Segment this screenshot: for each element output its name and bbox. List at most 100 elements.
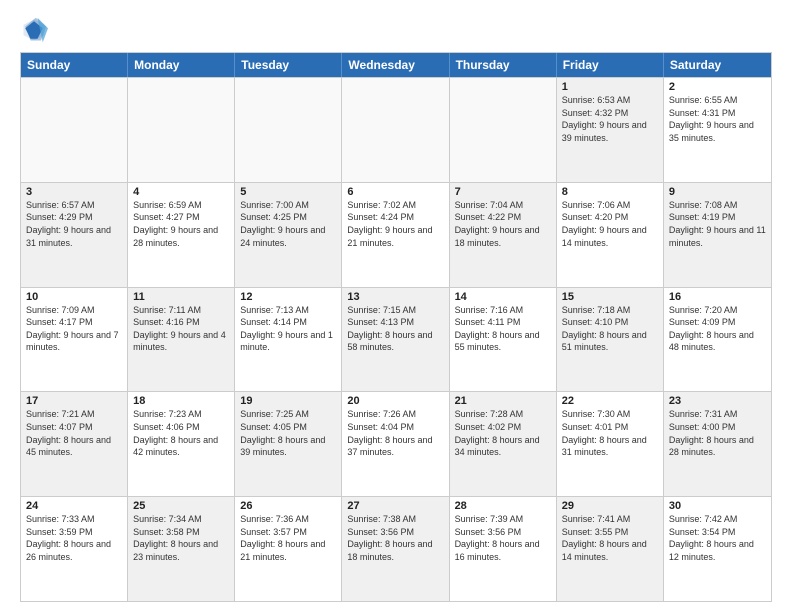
day-number: 6: [347, 186, 443, 198]
logo: [20, 16, 52, 44]
calendar-cell: 14Sunrise: 7:16 AM Sunset: 4:11 PM Dayli…: [450, 288, 557, 392]
calendar-row: 1Sunrise: 6:53 AM Sunset: 4:32 PM Daylig…: [21, 77, 771, 182]
calendar-cell: 2Sunrise: 6:55 AM Sunset: 4:31 PM Daylig…: [664, 78, 771, 182]
day-number: 20: [347, 395, 443, 407]
cell-daylight-info: Sunrise: 7:16 AM Sunset: 4:11 PM Dayligh…: [455, 304, 551, 354]
calendar-header-cell: Friday: [557, 53, 664, 77]
day-number: 21: [455, 395, 551, 407]
cell-daylight-info: Sunrise: 7:39 AM Sunset: 3:56 PM Dayligh…: [455, 513, 551, 563]
day-number: 12: [240, 291, 336, 303]
calendar-cell: 22Sunrise: 7:30 AM Sunset: 4:01 PM Dayli…: [557, 392, 664, 496]
cell-daylight-info: Sunrise: 7:41 AM Sunset: 3:55 PM Dayligh…: [562, 513, 658, 563]
calendar-cell: [21, 78, 128, 182]
cell-daylight-info: Sunrise: 6:57 AM Sunset: 4:29 PM Dayligh…: [26, 199, 122, 249]
calendar-cell: 18Sunrise: 7:23 AM Sunset: 4:06 PM Dayli…: [128, 392, 235, 496]
cell-daylight-info: Sunrise: 7:33 AM Sunset: 3:59 PM Dayligh…: [26, 513, 122, 563]
cell-daylight-info: Sunrise: 7:23 AM Sunset: 4:06 PM Dayligh…: [133, 408, 229, 458]
day-number: 9: [669, 186, 766, 198]
calendar-cell: 26Sunrise: 7:36 AM Sunset: 3:57 PM Dayli…: [235, 497, 342, 601]
day-number: 25: [133, 500, 229, 512]
calendar-header-cell: Tuesday: [235, 53, 342, 77]
calendar-cell: 16Sunrise: 7:20 AM Sunset: 4:09 PM Dayli…: [664, 288, 771, 392]
day-number: 24: [26, 500, 122, 512]
cell-daylight-info: Sunrise: 7:04 AM Sunset: 4:22 PM Dayligh…: [455, 199, 551, 249]
cell-daylight-info: Sunrise: 6:55 AM Sunset: 4:31 PM Dayligh…: [669, 94, 766, 144]
calendar-cell: [128, 78, 235, 182]
cell-daylight-info: Sunrise: 7:28 AM Sunset: 4:02 PM Dayligh…: [455, 408, 551, 458]
cell-daylight-info: Sunrise: 7:00 AM Sunset: 4:25 PM Dayligh…: [240, 199, 336, 249]
cell-daylight-info: Sunrise: 7:26 AM Sunset: 4:04 PM Dayligh…: [347, 408, 443, 458]
calendar-cell: [450, 78, 557, 182]
day-number: 16: [669, 291, 766, 303]
calendar-cell: 8Sunrise: 7:06 AM Sunset: 4:20 PM Daylig…: [557, 183, 664, 287]
cell-daylight-info: Sunrise: 7:42 AM Sunset: 3:54 PM Dayligh…: [669, 513, 766, 563]
cell-daylight-info: Sunrise: 7:34 AM Sunset: 3:58 PM Dayligh…: [133, 513, 229, 563]
cell-daylight-info: Sunrise: 7:31 AM Sunset: 4:00 PM Dayligh…: [669, 408, 766, 458]
calendar-row: 17Sunrise: 7:21 AM Sunset: 4:07 PM Dayli…: [21, 391, 771, 496]
day-number: 8: [562, 186, 658, 198]
cell-daylight-info: Sunrise: 6:53 AM Sunset: 4:32 PM Dayligh…: [562, 94, 658, 144]
cell-daylight-info: Sunrise: 7:06 AM Sunset: 4:20 PM Dayligh…: [562, 199, 658, 249]
calendar-cell: 21Sunrise: 7:28 AM Sunset: 4:02 PM Dayli…: [450, 392, 557, 496]
calendar-cell: [342, 78, 449, 182]
cell-daylight-info: Sunrise: 6:59 AM Sunset: 4:27 PM Dayligh…: [133, 199, 229, 249]
calendar-cell: 4Sunrise: 6:59 AM Sunset: 4:27 PM Daylig…: [128, 183, 235, 287]
cell-daylight-info: Sunrise: 7:09 AM Sunset: 4:17 PM Dayligh…: [26, 304, 122, 354]
cell-daylight-info: Sunrise: 7:38 AM Sunset: 3:56 PM Dayligh…: [347, 513, 443, 563]
day-number: 27: [347, 500, 443, 512]
header: [20, 16, 772, 44]
cell-daylight-info: Sunrise: 7:13 AM Sunset: 4:14 PM Dayligh…: [240, 304, 336, 354]
calendar-cell: 27Sunrise: 7:38 AM Sunset: 3:56 PM Dayli…: [342, 497, 449, 601]
logo-icon: [20, 16, 48, 44]
calendar-header-cell: Thursday: [450, 53, 557, 77]
calendar-cell: 28Sunrise: 7:39 AM Sunset: 3:56 PM Dayli…: [450, 497, 557, 601]
day-number: 1: [562, 81, 658, 93]
calendar-cell: 5Sunrise: 7:00 AM Sunset: 4:25 PM Daylig…: [235, 183, 342, 287]
calendar-header-row: SundayMondayTuesdayWednesdayThursdayFrid…: [21, 53, 771, 77]
cell-daylight-info: Sunrise: 7:36 AM Sunset: 3:57 PM Dayligh…: [240, 513, 336, 563]
cell-daylight-info: Sunrise: 7:25 AM Sunset: 4:05 PM Dayligh…: [240, 408, 336, 458]
calendar-cell: 3Sunrise: 6:57 AM Sunset: 4:29 PM Daylig…: [21, 183, 128, 287]
day-number: 2: [669, 81, 766, 93]
calendar-cell: 25Sunrise: 7:34 AM Sunset: 3:58 PM Dayli…: [128, 497, 235, 601]
day-number: 4: [133, 186, 229, 198]
day-number: 5: [240, 186, 336, 198]
calendar-header-cell: Monday: [128, 53, 235, 77]
day-number: 15: [562, 291, 658, 303]
day-number: 19: [240, 395, 336, 407]
day-number: 11: [133, 291, 229, 303]
calendar-cell: 10Sunrise: 7:09 AM Sunset: 4:17 PM Dayli…: [21, 288, 128, 392]
calendar-cell: 13Sunrise: 7:15 AM Sunset: 4:13 PM Dayli…: [342, 288, 449, 392]
day-number: 22: [562, 395, 658, 407]
calendar-row: 10Sunrise: 7:09 AM Sunset: 4:17 PM Dayli…: [21, 287, 771, 392]
day-number: 18: [133, 395, 229, 407]
calendar-cell: 15Sunrise: 7:18 AM Sunset: 4:10 PM Dayli…: [557, 288, 664, 392]
calendar-cell: [235, 78, 342, 182]
calendar-cell: 20Sunrise: 7:26 AM Sunset: 4:04 PM Dayli…: [342, 392, 449, 496]
cell-daylight-info: Sunrise: 7:20 AM Sunset: 4:09 PM Dayligh…: [669, 304, 766, 354]
day-number: 14: [455, 291, 551, 303]
calendar-cell: 30Sunrise: 7:42 AM Sunset: 3:54 PM Dayli…: [664, 497, 771, 601]
cell-daylight-info: Sunrise: 7:18 AM Sunset: 4:10 PM Dayligh…: [562, 304, 658, 354]
calendar-cell: 6Sunrise: 7:02 AM Sunset: 4:24 PM Daylig…: [342, 183, 449, 287]
calendar-header-cell: Sunday: [21, 53, 128, 77]
day-number: 7: [455, 186, 551, 198]
day-number: 28: [455, 500, 551, 512]
calendar-cell: 17Sunrise: 7:21 AM Sunset: 4:07 PM Dayli…: [21, 392, 128, 496]
calendar-cell: 11Sunrise: 7:11 AM Sunset: 4:16 PM Dayli…: [128, 288, 235, 392]
cell-daylight-info: Sunrise: 7:15 AM Sunset: 4:13 PM Dayligh…: [347, 304, 443, 354]
day-number: 3: [26, 186, 122, 198]
calendar: SundayMondayTuesdayWednesdayThursdayFrid…: [20, 52, 772, 602]
page: SundayMondayTuesdayWednesdayThursdayFrid…: [0, 0, 792, 612]
calendar-header-cell: Wednesday: [342, 53, 449, 77]
day-number: 30: [669, 500, 766, 512]
calendar-cell: 29Sunrise: 7:41 AM Sunset: 3:55 PM Dayli…: [557, 497, 664, 601]
day-number: 17: [26, 395, 122, 407]
day-number: 13: [347, 291, 443, 303]
day-number: 10: [26, 291, 122, 303]
calendar-cell: 23Sunrise: 7:31 AM Sunset: 4:00 PM Dayli…: [664, 392, 771, 496]
day-number: 29: [562, 500, 658, 512]
calendar-cell: 12Sunrise: 7:13 AM Sunset: 4:14 PM Dayli…: [235, 288, 342, 392]
calendar-body: 1Sunrise: 6:53 AM Sunset: 4:32 PM Daylig…: [21, 77, 771, 601]
calendar-cell: 19Sunrise: 7:25 AM Sunset: 4:05 PM Dayli…: [235, 392, 342, 496]
